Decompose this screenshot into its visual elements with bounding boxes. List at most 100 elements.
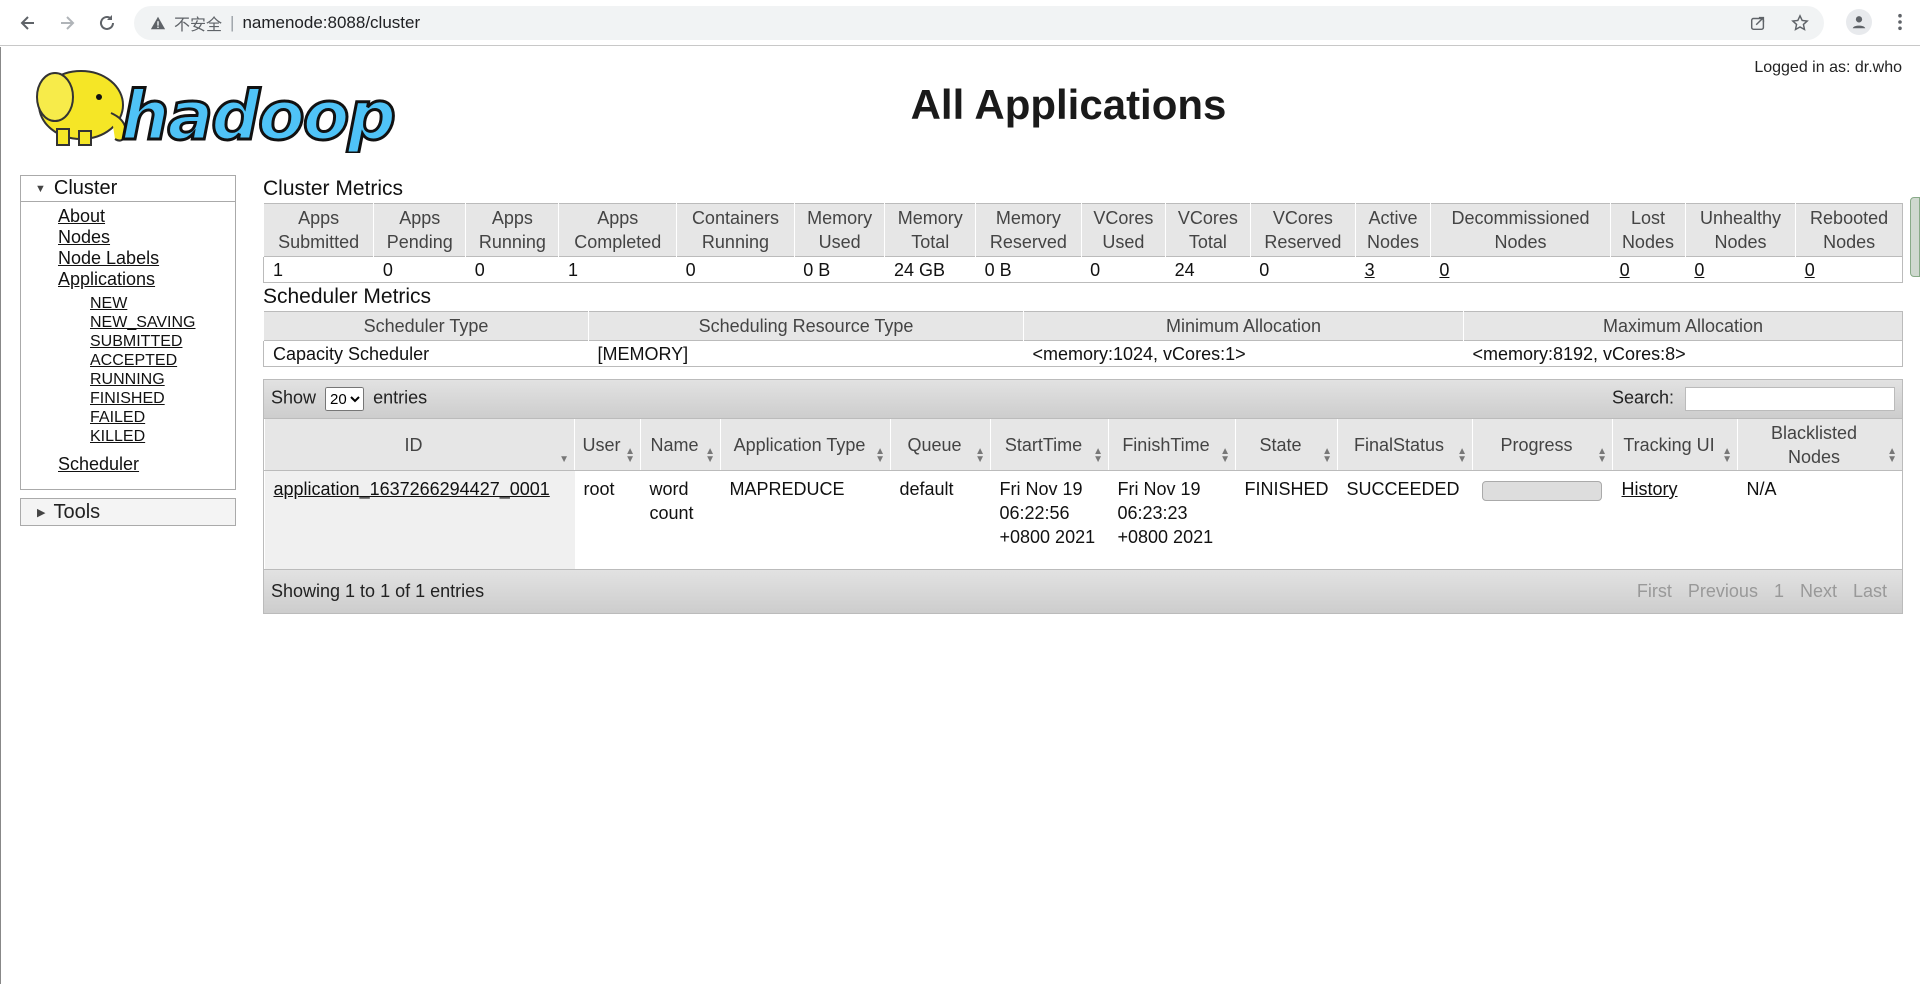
sort-desc-icon[interactable]: ▼ bbox=[559, 455, 569, 465]
pager-previous[interactable]: Previous bbox=[1680, 573, 1766, 610]
cluster-metric-value: 0 bbox=[1081, 256, 1166, 283]
nav-link-applications[interactable]: Applications bbox=[58, 269, 235, 290]
col-header-user[interactable]: User ▲ ▼ bbox=[574, 418, 641, 471]
cluster-metric-header: Apps Running bbox=[465, 203, 559, 257]
page-size-select[interactable]: 20 bbox=[325, 387, 365, 411]
col-header-queue-label: Queue bbox=[907, 434, 962, 455]
nav-link-nodes[interactable]: Nodes bbox=[58, 227, 235, 248]
nav-link-state-killed[interactable]: KILLED bbox=[90, 427, 235, 446]
sort-icon[interactable]: ▲ ▼ bbox=[1220, 447, 1230, 465]
browser-menu-icon[interactable] bbox=[1890, 9, 1910, 35]
apps-footer: Showing 1 to 1 of 1 entries First Previo… bbox=[264, 568, 1902, 613]
col-header-state[interactable]: State ▲ ▼ bbox=[1234, 418, 1338, 471]
cell-state: FINISHED bbox=[1244, 479, 1329, 499]
col-header-application-type[interactable]: Application Type ▲ ▼ bbox=[720, 418, 891, 471]
sort-icon[interactable]: ▲ ▼ bbox=[1457, 447, 1467, 465]
search-input[interactable] bbox=[1685, 387, 1895, 411]
application-id-link[interactable]: application_1637266294427_0001 bbox=[274, 479, 550, 499]
cluster-metric-link[interactable]: 0 bbox=[1694, 260, 1704, 280]
col-header-blacklisted-nodes[interactable]: Blacklisted Nodes ▲ ▼ bbox=[1737, 418, 1902, 471]
pager-page-1[interactable]: 1 bbox=[1766, 573, 1792, 610]
cluster-metric-link[interactable]: 0 bbox=[1439, 260, 1449, 280]
nav-link-state-submitted[interactable]: SUBMITTED bbox=[90, 332, 235, 351]
sort-icon[interactable]: ▲ ▼ bbox=[975, 447, 985, 465]
sort-icon[interactable]: ▲ ▼ bbox=[875, 447, 885, 465]
sched-value-max-allocation: <memory:8192, vCores:8> bbox=[1463, 340, 1903, 367]
col-header-progress-label: Progress bbox=[1500, 434, 1573, 455]
col-header-progress[interactable]: Progress ▲ ▼ bbox=[1472, 418, 1613, 471]
forward-icon[interactable] bbox=[53, 9, 81, 37]
sort-icon[interactable]: ▲ ▼ bbox=[1887, 447, 1897, 465]
col-header-final-status[interactable]: FinalStatus ▲ ▼ bbox=[1337, 418, 1473, 471]
cluster-metric-value: 0 B bbox=[794, 256, 885, 283]
cell-user: root bbox=[583, 479, 615, 499]
cluster-metric-link[interactable]: 3 bbox=[1365, 260, 1375, 280]
sort-icon[interactable]: ▲ ▼ bbox=[625, 447, 635, 465]
col-header-queue[interactable]: Queue ▲ ▼ bbox=[890, 418, 991, 471]
tools-label[interactable]: Tools bbox=[53, 501, 100, 524]
bookmark-star-icon[interactable] bbox=[1790, 13, 1810, 33]
pager-first[interactable]: First bbox=[1629, 573, 1680, 610]
share-icon[interactable] bbox=[1748, 13, 1768, 33]
nav-link-state-failed[interactable]: FAILED bbox=[90, 408, 235, 427]
nav-link-state-new[interactable]: NEW bbox=[90, 294, 235, 313]
sort-icon[interactable]: ▲ ▼ bbox=[1093, 447, 1103, 465]
sched-header-resource-type: Scheduling Resource Type bbox=[588, 311, 1024, 341]
security-label[interactable]: 不安全 bbox=[174, 11, 222, 35]
address-bar[interactable]: 不安全 | namenode:8088/cluster bbox=[134, 6, 1824, 40]
triangle-right-icon[interactable]: ▶ bbox=[37, 506, 45, 519]
cluster-metric-header: Active Nodes bbox=[1355, 203, 1431, 257]
pager-last[interactable]: Last bbox=[1845, 573, 1895, 610]
cluster-metric-value: 24 GB bbox=[884, 256, 976, 283]
nav-link-state-new-saving[interactable]: NEW_SAVING bbox=[90, 313, 235, 332]
col-header-start-time[interactable]: StartTime ▲ ▼ bbox=[990, 418, 1109, 471]
cluster-label[interactable]: Cluster bbox=[54, 177, 117, 200]
col-header-name[interactable]: Name ▲ ▼ bbox=[640, 418, 721, 471]
cluster-metric-header: Unhealthy Nodes bbox=[1684, 203, 1796, 257]
nav-link-scheduler[interactable]: Scheduler bbox=[58, 454, 235, 475]
cluster-metric-link[interactable]: 0 bbox=[1620, 260, 1630, 280]
col-header-id[interactable]: ID ▼ bbox=[264, 418, 575, 471]
cluster-metric-link[interactable]: 0 bbox=[1805, 260, 1815, 280]
col-header-state-label: State bbox=[1259, 434, 1302, 455]
cluster-metric-value: 0 bbox=[373, 256, 466, 283]
tools-nav-header[interactable]: ▶ Tools bbox=[20, 498, 236, 526]
cluster-metric-header-line: VCores bbox=[1272, 208, 1333, 228]
url-text[interactable]: namenode:8088/cluster bbox=[242, 13, 420, 33]
cluster-metric-value: 0 bbox=[465, 256, 559, 283]
cluster-metric-header-line: Apps bbox=[597, 208, 639, 228]
tracking-history-link[interactable]: History bbox=[1622, 479, 1678, 499]
col-header-finish-time[interactable]: FinishTime ▲ ▼ bbox=[1108, 418, 1236, 471]
cell-tracking-ui: History bbox=[1613, 471, 1738, 569]
warning-icon[interactable] bbox=[150, 14, 168, 32]
cell-final-status: SUCCEEDED bbox=[1346, 479, 1460, 499]
sort-icon[interactable]: ▲ ▼ bbox=[1322, 447, 1332, 465]
nav-link-state-running[interactable]: RUNNING bbox=[90, 370, 235, 389]
reload-icon[interactable] bbox=[93, 9, 121, 37]
page-title: All Applications bbox=[910, 81, 1227, 128]
sort-icon[interactable]: ▲ ▼ bbox=[1597, 447, 1607, 465]
cluster-nav-header[interactable]: ▼ Cluster bbox=[21, 176, 235, 202]
back-icon[interactable] bbox=[14, 9, 42, 37]
col-header-tracking-ui[interactable]: Tracking UI ▲ ▼ bbox=[1612, 418, 1738, 471]
profile-avatar-icon[interactable] bbox=[1846, 9, 1872, 35]
triangle-down-icon[interactable]: ▼ bbox=[35, 183, 46, 195]
cluster-metric-header-line: Total bbox=[1188, 232, 1227, 252]
side-panel-handle[interactable] bbox=[1910, 197, 1920, 277]
browser-toolbar: 不安全 | namenode:8088/cluster bbox=[0, 0, 1920, 46]
nav-link-state-finished[interactable]: FINISHED bbox=[90, 389, 235, 408]
pager-next[interactable]: Next bbox=[1792, 573, 1845, 610]
cluster-metric-value: 1 bbox=[558, 256, 677, 283]
col-header-blacklisted-nodes-label: Blacklisted Nodes bbox=[1770, 422, 1858, 467]
nav-link-about[interactable]: About bbox=[58, 206, 235, 227]
sort-icon[interactable]: ▲ ▼ bbox=[705, 447, 715, 465]
col-header-finish-time-label: FinishTime bbox=[1122, 434, 1210, 455]
cluster-metric-header-line: Nodes bbox=[1621, 232, 1674, 252]
cluster-metric-header-line: Used bbox=[1102, 232, 1145, 252]
nav-link-node-labels[interactable]: Node Labels bbox=[58, 248, 235, 269]
sort-icon[interactable]: ▲ ▼ bbox=[1722, 447, 1732, 465]
cluster-metric-value: 3 bbox=[1355, 256, 1431, 283]
nav-link-state-accepted[interactable]: ACCEPTED bbox=[90, 351, 235, 370]
cluster-metric-header-line: Total bbox=[911, 232, 950, 252]
page-body: hadoop Logged in as: dr.who All Applicat… bbox=[0, 47, 1920, 984]
